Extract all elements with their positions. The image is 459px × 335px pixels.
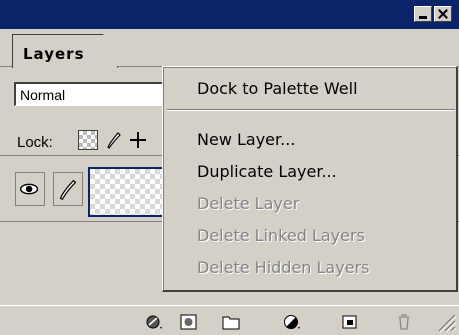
layer-set-icon[interactable] bbox=[222, 314, 240, 330]
menu-item-new-layer[interactable]: New Layer... bbox=[197, 130, 295, 149]
layer-mask-icon[interactable] bbox=[180, 314, 198, 330]
minimize-icon[interactable] bbox=[414, 6, 432, 22]
menu-item-delete-hidden-layers: Delete Hidden Layers bbox=[197, 258, 370, 277]
palette-title-bar[interactable] bbox=[0, 0, 459, 29]
layers-palette-window: Layers Normal Lock: Dock to Palette Well… bbox=[0, 0, 459, 335]
lock-transparency-icon[interactable] bbox=[78, 130, 98, 150]
blend-mode-select[interactable]: Normal bbox=[14, 82, 174, 106]
menu-item-delete-layer: Delete Layer bbox=[197, 194, 300, 213]
tab-layers-label: Layers bbox=[23, 45, 85, 63]
palette-context-menu: Dock to Palette Well New Layer... Duplic… bbox=[162, 66, 458, 292]
adjustment-layer-icon[interactable] bbox=[283, 314, 301, 330]
tab-layers[interactable]: Layers bbox=[12, 34, 118, 68]
lock-label: Lock: bbox=[17, 134, 53, 151]
menu-item-duplicate-layer[interactable]: Duplicate Layer... bbox=[197, 162, 337, 181]
lock-move-icon[interactable] bbox=[128, 130, 148, 150]
blend-mode-value: Normal bbox=[20, 87, 66, 103]
menu-separator bbox=[167, 109, 455, 111]
close-icon[interactable] bbox=[434, 6, 452, 22]
palette-bottom-bar bbox=[0, 305, 459, 335]
trash-icon[interactable] bbox=[395, 314, 413, 330]
menu-item-dock-to-palette-well[interactable]: Dock to Palette Well bbox=[197, 79, 358, 98]
brush-icon bbox=[59, 179, 77, 201]
layer-visibility-toggle[interactable] bbox=[15, 172, 45, 206]
tab-strip: Layers bbox=[0, 29, 459, 89]
eye-icon bbox=[19, 183, 39, 195]
lock-paint-icon[interactable] bbox=[104, 130, 124, 150]
new-layer-icon[interactable] bbox=[341, 314, 359, 330]
layer-edit-toggle[interactable] bbox=[53, 172, 83, 206]
resize-grip-icon[interactable] bbox=[433, 309, 457, 333]
menu-item-delete-linked-layers: Delete Linked Layers bbox=[197, 226, 365, 245]
layer-style-icon[interactable] bbox=[145, 314, 163, 330]
layer-thumbnail[interactable] bbox=[88, 167, 170, 217]
